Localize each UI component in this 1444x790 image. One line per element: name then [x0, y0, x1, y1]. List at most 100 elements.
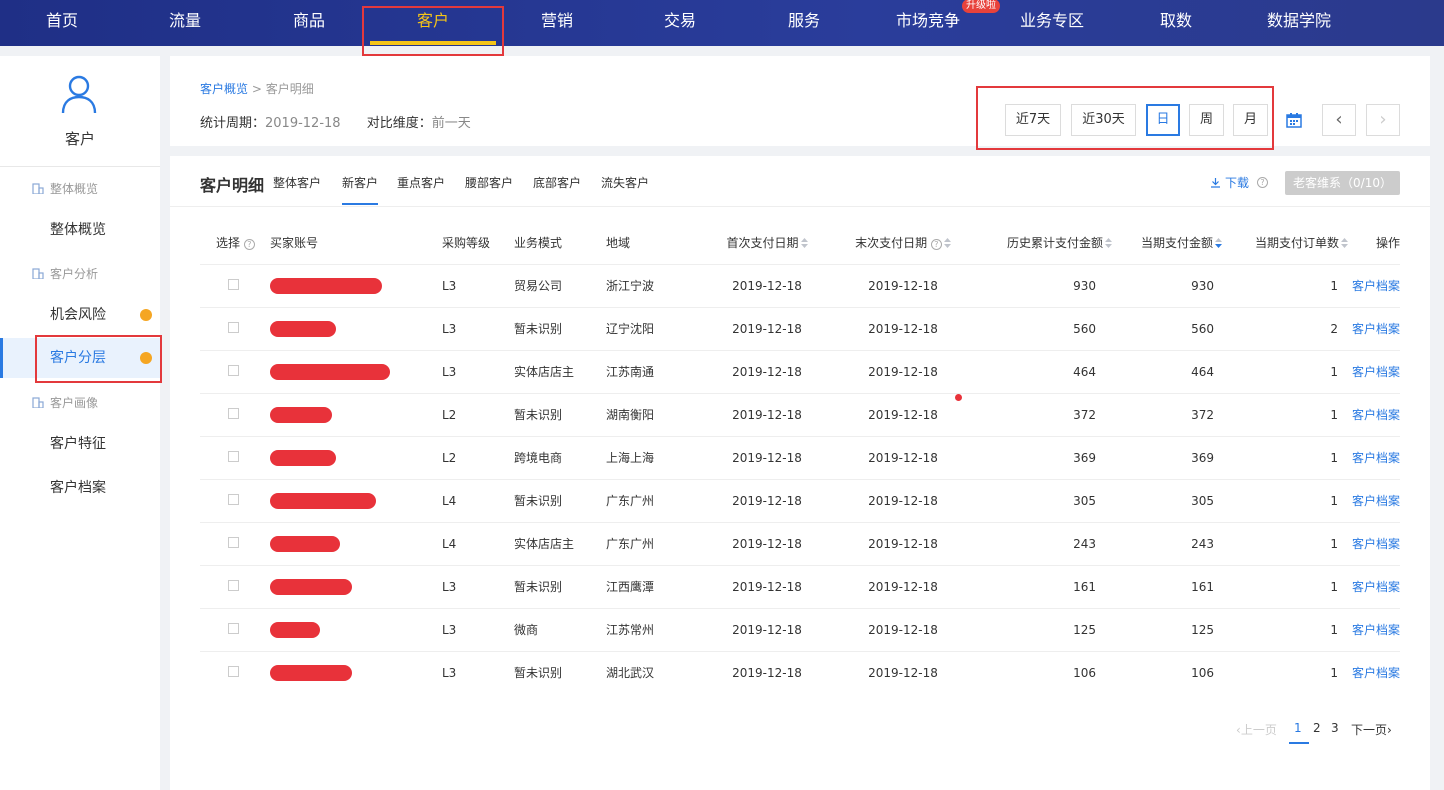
nav-products[interactable]: 商品 — [267, 0, 351, 46]
tabs-bar: 客户明细 整体客户 新客户 重点客户 腰部客户 底部客户 流失客户 下载 ? 老… — [170, 156, 1430, 207]
buyer-account-cell — [270, 349, 442, 393]
nav-fetch-data[interactable]: 取数 — [1134, 0, 1218, 46]
first-pay-date-cell: 2019-12-18 — [706, 521, 828, 565]
history-amount-cell: 369 — [978, 435, 1112, 479]
col-buyer-account: 买家账号 — [270, 235, 319, 250]
nav-marketing[interactable]: 营销 — [515, 0, 599, 46]
row-select-cell — [200, 349, 270, 393]
nav-home[interactable]: 首页 — [20, 0, 104, 46]
action-cell: 客户档案 — [1348, 435, 1400, 479]
customer-archive-link[interactable]: 客户档案 — [1352, 322, 1400, 336]
row-checkbox[interactable] — [228, 278, 239, 290]
col-current-amount[interactable]: 当期支付金额 — [1112, 221, 1222, 264]
col-first-pay-date[interactable]: 首次支付日期 — [706, 221, 828, 264]
row-select-cell — [200, 392, 270, 436]
range-30-days-button[interactable]: 近30天 — [1071, 104, 1136, 136]
compare-value: 前一天 — [431, 116, 471, 131]
download-button[interactable]: 下载 ? — [1210, 174, 1269, 191]
page-1-button[interactable]: 1 — [1294, 721, 1302, 735]
row-checkbox[interactable] — [228, 536, 239, 548]
col-last-pay-date[interactable]: 末次支付日期 ? — [828, 221, 978, 264]
nav-business-zone[interactable]: 业务专区 — [1010, 0, 1094, 46]
tab-all-customers[interactable]: 整体客户 — [273, 174, 321, 191]
customer-archive-link[interactable]: 客户档案 — [1352, 666, 1400, 680]
col-history-amount[interactable]: 历史累计支付金额 — [978, 221, 1112, 264]
stray-red-dot — [955, 394, 962, 401]
tab-middle-customers[interactable]: 腰部客户 — [465, 174, 513, 191]
tab-new-customers[interactable]: 新客户 — [342, 174, 378, 191]
building-icon — [32, 397, 44, 408]
current-amount-cell: 372 — [1112, 392, 1222, 436]
region-cell: 广东广州 — [606, 521, 706, 565]
period-label: 统计周期： — [200, 116, 266, 131]
customer-archive-link[interactable]: 客户档案 — [1352, 365, 1400, 379]
old-customer-maintain-button[interactable]: 老客维系（0/10） — [1285, 171, 1400, 195]
mode-cell: 微商 — [514, 607, 606, 651]
sidebar-group-overview: 整体概览 — [32, 180, 98, 197]
order-count-cell: 1 — [1222, 521, 1348, 565]
tab-key-customers[interactable]: 重点客户 — [397, 174, 445, 191]
help-icon[interactable]: ? — [1257, 177, 1269, 188]
sidebar-item-customer-tiers[interactable]: 客户分层 — [0, 338, 160, 378]
customer-archive-link[interactable]: 客户档案 — [1352, 451, 1400, 465]
nav-trade[interactable]: 交易 — [638, 0, 722, 46]
mode-cell: 暂未识别 — [514, 306, 606, 350]
help-icon[interactable]: ? — [930, 238, 942, 250]
calendar-button[interactable] — [1278, 104, 1310, 136]
next-page-button[interactable]: 下一页› — [1351, 721, 1392, 738]
range-week-button[interactable]: 周 — [1189, 104, 1224, 136]
compare-label: 对比维度： — [366, 116, 432, 131]
upgrade-badge: 升级啦 — [962, 0, 1000, 13]
first-pay-date-cell: 2019-12-18 — [706, 607, 828, 651]
tab-bottom-customers[interactable]: 底部客户 — [533, 174, 581, 191]
customer-archive-link[interactable]: 客户档案 — [1352, 279, 1400, 293]
nav-service[interactable]: 服务 — [762, 0, 846, 46]
nav-market-competition[interactable]: 市场竞争 — [886, 0, 970, 46]
tab-lost-customers[interactable]: 流失客户 — [601, 174, 649, 191]
row-checkbox[interactable] — [228, 321, 239, 333]
sidebar-item-archive[interactable]: 客户档案 — [0, 468, 160, 508]
row-checkbox[interactable] — [228, 407, 239, 419]
history-amount-cell: 372 — [978, 392, 1112, 436]
first-pay-date-cell: 2019-12-18 — [706, 435, 828, 479]
row-checkbox[interactable] — [228, 450, 239, 462]
sidebar-item-features[interactable]: 客户特征 — [0, 424, 160, 464]
breadcrumb-parent[interactable]: 客户概览 — [200, 82, 248, 96]
customer-detail-card: 客户明细 整体客户 新客户 重点客户 腰部客户 底部客户 流失客户 下载 ? 老… — [170, 156, 1430, 790]
level-cell: L3 — [442, 349, 514, 393]
range-7-days-button[interactable]: 近7天 — [1005, 104, 1061, 136]
customer-archive-link[interactable]: 客户档案 — [1352, 580, 1400, 594]
row-checkbox[interactable] — [228, 579, 239, 591]
action-cell: 客户档案 — [1348, 564, 1400, 608]
region-cell: 浙江宁波 — [606, 263, 706, 307]
action-cell: 客户档案 — [1348, 521, 1400, 565]
customer-archive-link[interactable]: 客户档案 — [1352, 537, 1400, 551]
sidebar-item-overview[interactable]: 整体概览 — [0, 210, 160, 250]
range-day-button[interactable]: 日 — [1146, 104, 1180, 136]
page-3-button[interactable]: 3 — [1331, 721, 1339, 735]
row-checkbox[interactable] — [228, 493, 239, 505]
last-pay-date-cell: 2019-12-18 — [828, 650, 978, 694]
next-period-button[interactable]: › — [1366, 104, 1400, 136]
row-checkbox[interactable] — [228, 622, 239, 634]
prev-period-button[interactable]: ‹ — [1322, 104, 1356, 136]
sidebar-item-opportunity-risk[interactable]: 机会风险 — [0, 295, 160, 335]
nav-data-academy[interactable]: 数据学院 — [1257, 0, 1341, 46]
customer-archive-link[interactable]: 客户档案 — [1352, 408, 1400, 422]
help-icon[interactable]: ? — [243, 238, 255, 250]
page-2-button[interactable]: 2 — [1313, 721, 1321, 735]
building-icon — [32, 183, 44, 194]
col-current-orders[interactable]: 当期支付订单数 — [1222, 221, 1348, 264]
table-header-row: 选择 ? 买家账号 采购等级 业务模式 地域 首次支付日期 末次支付日期 ? 历… — [200, 221, 1400, 264]
customer-archive-link[interactable]: 客户档案 — [1352, 623, 1400, 637]
nav-traffic[interactable]: 流量 — [143, 0, 227, 46]
notification-dot — [140, 352, 152, 364]
range-month-button[interactable]: 月 — [1233, 104, 1268, 136]
breadcrumb-separator: > — [251, 82, 262, 96]
redacted-account — [270, 363, 390, 380]
row-checkbox[interactable] — [228, 364, 239, 376]
nav-customers[interactable]: 客户 — [391, 0, 475, 46]
prev-page-button[interactable]: ‹上一页 — [1236, 721, 1277, 738]
row-checkbox[interactable] — [228, 665, 239, 677]
customer-archive-link[interactable]: 客户档案 — [1352, 494, 1400, 508]
